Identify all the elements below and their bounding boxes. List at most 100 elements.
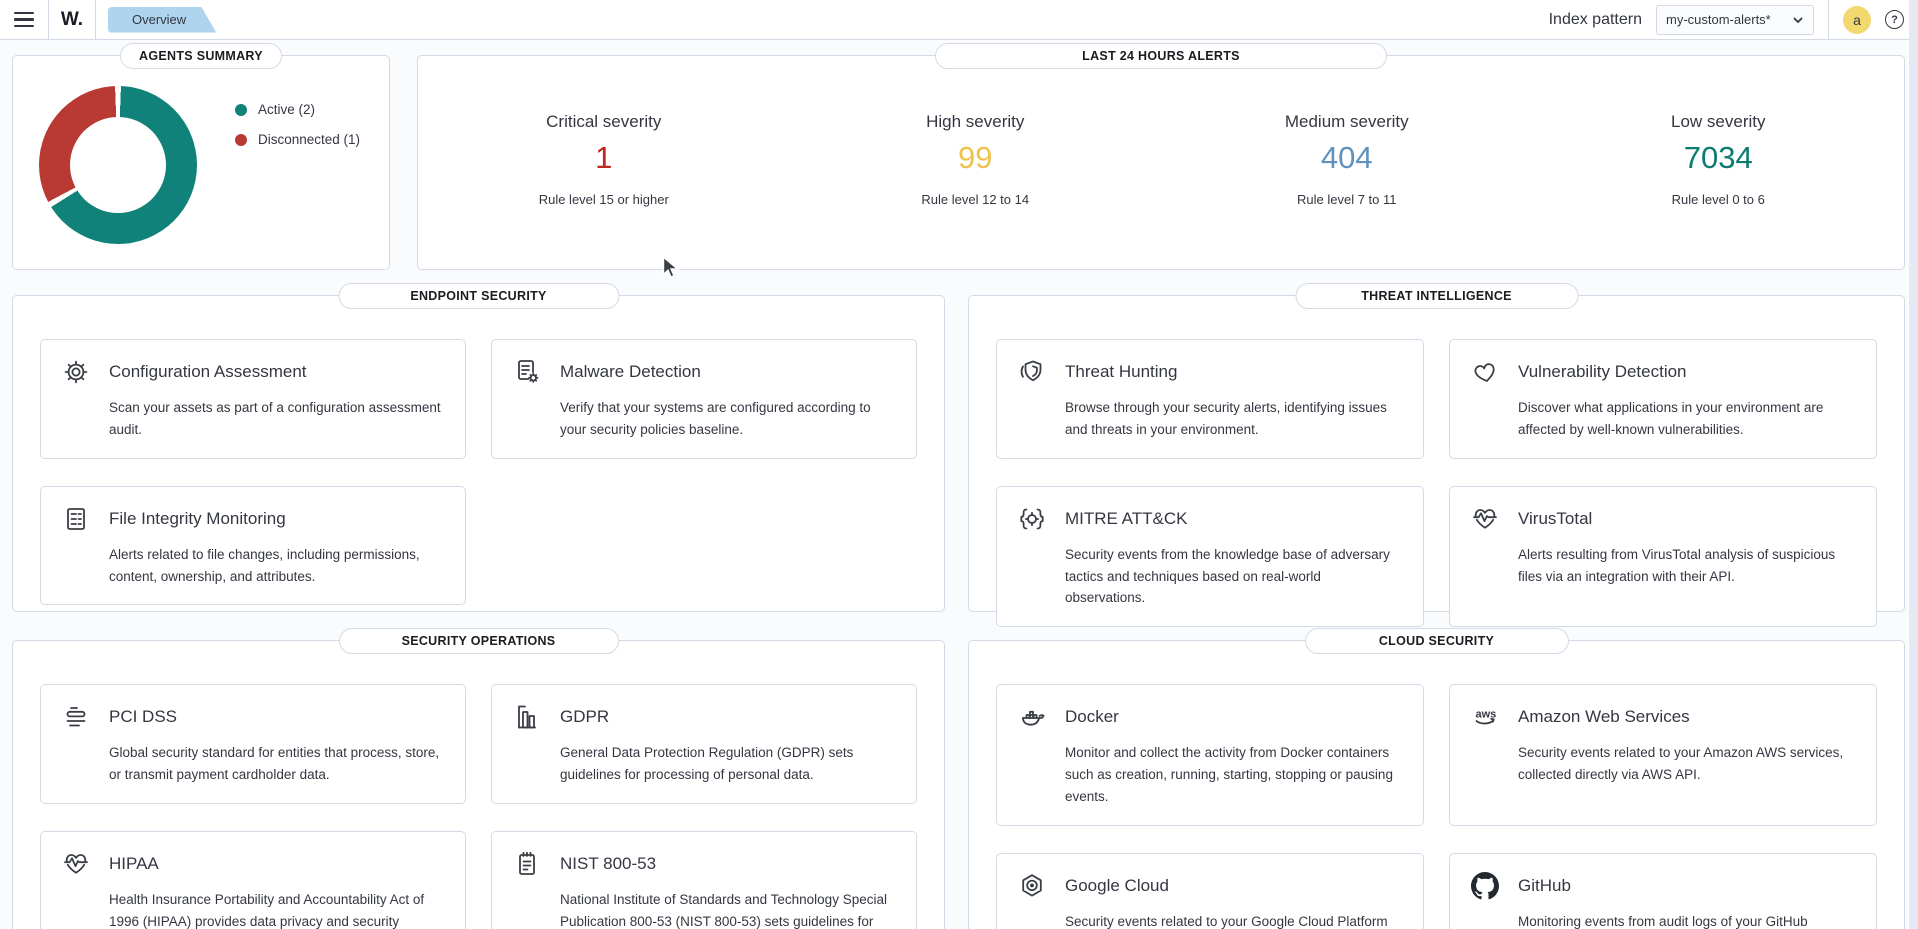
stat-sub: Rule level 7 to 11 <box>1161 192 1533 207</box>
tab-overview-label: Overview <box>132 12 186 27</box>
card-title: File Integrity Monitoring <box>109 509 286 529</box>
menu-icon[interactable] <box>0 0 48 39</box>
stat-critical-severity[interactable]: Critical severity 1 Rule level 15 or hig… <box>418 112 790 207</box>
card-description: Global security standard for entities th… <box>109 742 445 786</box>
help-icon[interactable]: ? <box>1885 10 1904 29</box>
index-pattern-value: my-custom-alerts* <box>1666 12 1771 27</box>
card-title: VirusTotal <box>1518 509 1592 529</box>
card-title: Google Cloud <box>1065 876 1169 896</box>
help-glyph: ? <box>1891 14 1898 26</box>
stat-value: 1 <box>418 140 790 176</box>
card-hipaa[interactable]: HIPAA Health Insurance Portability and A… <box>40 831 466 929</box>
card-docker[interactable]: Docker Monitor and collect the activity … <box>996 684 1424 826</box>
avatar-initial: a <box>1853 12 1861 28</box>
card-amazon-web-services[interactable]: aws Amazon Web Services Security events … <box>1449 684 1877 826</box>
top-navbar: W. Overview Index pattern my-custom-aler… <box>0 0 1918 40</box>
card-description: Verify that your systems are configured … <box>560 397 896 441</box>
agents-summary-title: AGENTS SUMMARY <box>120 43 282 69</box>
stat-label: High severity <box>790 112 1162 132</box>
agents-legend: Active (2) Disconnected (1) <box>235 86 360 244</box>
legend-item-active[interactable]: Active (2) <box>235 102 360 117</box>
hex-nut-icon <box>1017 871 1047 901</box>
card-description: Health Insurance Portability and Account… <box>109 889 445 929</box>
card-description: Discover what applications in your envir… <box>1518 397 1856 441</box>
agents-summary-panel: AGENTS SUMMARY Active (2) Disconnected (… <box>12 55 390 270</box>
stat-label: Medium severity <box>1161 112 1533 132</box>
gear-icon <box>61 357 91 387</box>
card-description: Scan your assets as part of a configurat… <box>109 397 445 441</box>
vertical-scrollbar[interactable] <box>1909 0 1918 929</box>
card-gdpr[interactable]: GDPR General Data Protection Regulation … <box>491 684 917 804</box>
shield-icon <box>1017 357 1047 387</box>
endpoint-security-title: ENDPOINT SECURITY <box>338 283 619 309</box>
stat-sub: Rule level 15 or higher <box>418 192 790 207</box>
index-pattern-label: Index pattern <box>1549 11 1642 29</box>
legend-label: Active (2) <box>258 102 315 117</box>
stat-medium-severity[interactable]: Medium severity 404 Rule level 7 to 11 <box>1161 112 1533 207</box>
docker-whale-icon <box>1017 702 1047 732</box>
card-description: Security events related to your Amazon A… <box>1518 742 1856 786</box>
security-operations-section: SECURITY OPERATIONS PCI DSS Global secur… <box>12 640 945 929</box>
card-title: GitHub <box>1518 876 1571 896</box>
index-pattern-select[interactable]: my-custom-alerts* <box>1656 5 1814 35</box>
card-virustotal[interactable]: VirusTotal Alerts resulting from VirusTo… <box>1449 486 1877 628</box>
tab-overview[interactable]: Overview <box>108 7 216 33</box>
card-file-integrity-monitoring[interactable]: File Integrity Monitoring Alerts related… <box>40 486 466 606</box>
card-description: Monitoring events from audit logs of you… <box>1518 911 1856 929</box>
card-description: Alerts resulting from VirusTotal analysi… <box>1518 544 1856 588</box>
aws-logo-icon: aws <box>1470 702 1500 732</box>
github-octocat-icon <box>1470 871 1500 901</box>
agents-donut-chart <box>39 86 197 244</box>
chevron-down-icon <box>1792 14 1804 26</box>
list-icon <box>61 504 91 534</box>
card-vulnerability-detection[interactable]: Vulnerability Detection Discover what ap… <box>1449 339 1877 459</box>
heartbeat-icon <box>61 849 91 879</box>
cloud-security-section: CLOUD SECURITY Docker Monitor and collec… <box>968 640 1905 929</box>
card-mitre-attack[interactable]: MITRE ATT&CK Security events from the kn… <box>996 486 1424 628</box>
security-operations-title: SECURITY OPERATIONS <box>339 628 619 654</box>
document-gear-icon <box>512 357 542 387</box>
threat-intelligence-section: THREAT INTELLIGENCE Threat Hunting Brows… <box>968 295 1905 612</box>
card-configuration-assessment[interactable]: Configuration Assessment Scan your asset… <box>40 339 466 459</box>
card-title: GDPR <box>560 707 609 727</box>
card-description: Monitor and collect the activity from Do… <box>1065 742 1403 808</box>
card-google-cloud[interactable]: Google Cloud Security events related to … <box>996 853 1424 929</box>
card-description: Browse through your security alerts, ide… <box>1065 397 1403 441</box>
clipboard-icon <box>512 849 542 879</box>
stack-icon <box>61 702 91 732</box>
card-nist-800-53[interactable]: NIST 800-53 National Institute of Standa… <box>491 831 917 929</box>
endpoint-security-section: ENDPOINT SECURITY Configuration Assessme… <box>12 295 945 612</box>
card-title: Vulnerability Detection <box>1518 362 1687 382</box>
wazuh-logo[interactable]: W. <box>49 9 95 31</box>
legend-label: Disconnected (1) <box>258 132 360 147</box>
card-title: MITRE ATT&CK <box>1065 509 1187 529</box>
heartbeat-icon <box>1470 504 1500 534</box>
alerts-panel-title: LAST 24 HOURS ALERTS <box>935 43 1387 69</box>
stat-value: 404 <box>1161 140 1533 176</box>
last-24-hours-alerts-panel: LAST 24 HOURS ALERTS Critical severity 1… <box>417 55 1905 270</box>
card-title: PCI DSS <box>109 707 177 727</box>
card-description: National Institute of Standards and Tech… <box>560 889 896 929</box>
card-malware-detection[interactable]: Malware Detection Verify that your syste… <box>491 339 917 459</box>
card-pci-dss[interactable]: PCI DSS Global security standard for ent… <box>40 684 466 804</box>
stat-value: 7034 <box>1533 140 1905 176</box>
card-description: General Data Protection Regulation (GDPR… <box>560 742 896 786</box>
card-title: HIPAA <box>109 854 159 874</box>
card-title: Configuration Assessment <box>109 362 307 382</box>
stat-high-severity[interactable]: High severity 99 Rule level 12 to 14 <box>790 112 1162 207</box>
card-title: NIST 800-53 <box>560 854 656 874</box>
avatar[interactable]: a <box>1843 6 1871 34</box>
card-title: Docker <box>1065 707 1119 727</box>
card-threat-hunting[interactable]: Threat Hunting Browse through your secur… <box>996 339 1424 459</box>
stat-label: Critical severity <box>418 112 790 132</box>
divider <box>1828 0 1829 39</box>
card-title: Threat Hunting <box>1065 362 1177 382</box>
card-title: Malware Detection <box>560 362 701 382</box>
card-description: Security events related to your Google C… <box>1065 911 1403 929</box>
heart-icon <box>1470 357 1500 387</box>
divider <box>95 0 96 39</box>
stat-low-severity[interactable]: Low severity 7034 Rule level 0 to 6 <box>1533 112 1905 207</box>
stat-sub: Rule level 0 to 6 <box>1533 192 1905 207</box>
card-github[interactable]: GitHub Monitoring events from audit logs… <box>1449 853 1877 929</box>
legend-item-disconnected[interactable]: Disconnected (1) <box>235 132 360 147</box>
